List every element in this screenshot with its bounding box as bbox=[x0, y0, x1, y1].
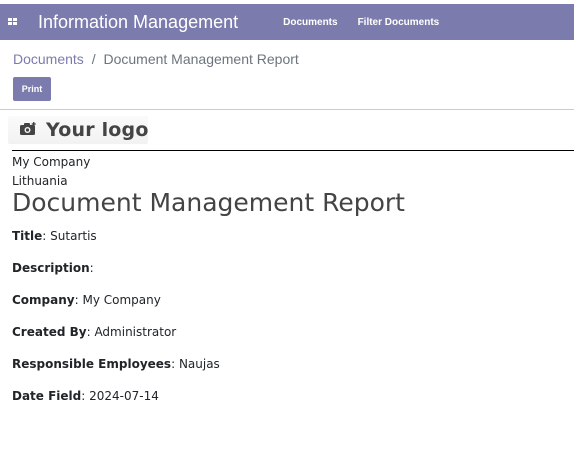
camera-icon bbox=[20, 122, 36, 135]
company-name: My Company bbox=[12, 155, 91, 169]
field-value: 2024-07-14 bbox=[89, 389, 159, 403]
field-responsible-employees: Responsible Employees: Naujas bbox=[12, 357, 220, 371]
field-created-by: Created By: Administrator bbox=[12, 325, 177, 339]
field-description: Description: bbox=[12, 261, 94, 275]
breadcrumb-separator: / bbox=[91, 51, 96, 67]
apps-menu-icon[interactable] bbox=[0, 4, 26, 40]
app-title[interactable]: Information Management bbox=[38, 12, 238, 33]
field-value: Administrator bbox=[94, 325, 177, 339]
field-value: Sutartis bbox=[50, 229, 97, 243]
main-menu: Documents Filter Documents bbox=[283, 17, 459, 28]
field-label: Date Field bbox=[12, 389, 82, 403]
field-title: Title: Sutartis bbox=[12, 229, 97, 243]
breadcrumb-current: Document Management Report bbox=[103, 51, 299, 67]
grid-icon bbox=[8, 18, 17, 25]
menu-item-filter-documents[interactable]: Filter Documents bbox=[358, 17, 440, 28]
breadcrumb: Documents / Document Management Report bbox=[13, 51, 299, 67]
control-panel: Documents / Document Management Report P… bbox=[0, 40, 574, 110]
top-navbar: Information Management Documents Filter … bbox=[0, 4, 574, 40]
breadcrumb-documents-link[interactable]: Documents bbox=[13, 51, 84, 67]
field-date: Date Field: 2024-07-14 bbox=[12, 389, 159, 403]
header-divider bbox=[12, 150, 574, 151]
field-label: Title bbox=[12, 229, 43, 243]
menu-item-documents[interactable]: Documents bbox=[283, 17, 337, 28]
field-value: My Company bbox=[82, 293, 161, 307]
report-title: Document Management Report bbox=[12, 188, 405, 217]
field-label: Company bbox=[12, 293, 75, 307]
field-label: Description bbox=[12, 261, 90, 275]
company-address: My Company Lithuania bbox=[12, 153, 90, 191]
field-label: Responsible Employees bbox=[12, 357, 172, 371]
logo-text: Your logo bbox=[46, 119, 149, 141]
company-logo: Your logo bbox=[8, 116, 148, 144]
print-button[interactable]: Print bbox=[13, 77, 51, 101]
field-value: Naujas bbox=[178, 357, 220, 371]
field-company: Company: My Company bbox=[12, 293, 161, 307]
field-label: Created By bbox=[12, 325, 87, 339]
